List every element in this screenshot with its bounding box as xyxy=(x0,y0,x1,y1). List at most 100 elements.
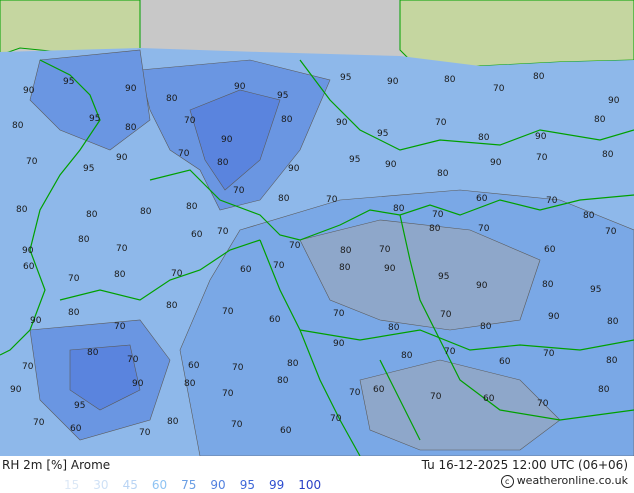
contour-label: 95 xyxy=(590,285,601,295)
contour-label: 70 xyxy=(536,153,548,163)
contour-label: 70 xyxy=(379,245,391,255)
contour-label: 90 xyxy=(22,246,34,256)
contour-label: 70 xyxy=(546,196,558,206)
contour-label: 60 xyxy=(191,230,203,240)
contour-label: 70 xyxy=(273,261,285,271)
contour-label: 80 xyxy=(140,207,152,217)
contour-label: 95 xyxy=(83,164,94,174)
contour-label: 70 xyxy=(349,388,361,398)
contour-label: 60 xyxy=(188,361,200,371)
contour-label: 70 xyxy=(430,392,442,402)
contour-label: 90 xyxy=(384,264,396,274)
contour-label: 80 xyxy=(87,348,99,358)
contour-label: 70 xyxy=(171,269,183,279)
contour-label: 70 xyxy=(289,241,301,251)
contour-label: 95 xyxy=(340,73,351,83)
contour-label: 70 xyxy=(68,274,80,284)
contour-label: 80 xyxy=(594,115,606,125)
contour-label: 80 xyxy=(12,121,24,131)
contour-label: 80 xyxy=(339,263,351,273)
map-canvas: 90 95 90 80 90 95 95 90 80 70 80 90 80 95 80 70 90 80 90 95… xyxy=(0,0,634,456)
contour-label: 90 xyxy=(116,153,128,163)
contour-label: 80 xyxy=(478,133,490,143)
contour-label: 70 xyxy=(330,414,342,424)
contour-label: 95 xyxy=(438,272,449,282)
contour-label: 80 xyxy=(166,94,178,104)
contour-label: 80 xyxy=(606,356,618,366)
contour-label: 70 xyxy=(435,118,447,128)
contour-label: 80 xyxy=(602,150,614,160)
contour-label: 90 xyxy=(490,158,502,168)
contour-label: 70 xyxy=(127,355,139,365)
land-outside-domain-east xyxy=(399,0,634,71)
contour-label: 95 xyxy=(63,77,74,87)
contour-label: 70 xyxy=(217,227,229,237)
contour-label: 90 xyxy=(336,118,348,128)
contour-label: 60 xyxy=(240,265,252,275)
contour-label: 70 xyxy=(537,399,549,409)
contour-label: 90 xyxy=(125,84,137,94)
contour-label: 70 xyxy=(326,195,338,205)
contour-label: 80 xyxy=(114,270,126,280)
credit-link[interactable]: c weatheronline.co.uk xyxy=(500,474,628,488)
contour-label: 80 xyxy=(533,72,545,82)
contour-label: 70 xyxy=(333,309,345,319)
contour-label: 90 xyxy=(548,312,560,322)
contour-label: 80 xyxy=(401,351,413,361)
contour-label: 80 xyxy=(217,158,229,168)
contour-label: 90 xyxy=(23,86,35,96)
contour-label: 80 xyxy=(437,169,449,179)
copyright-icon: c xyxy=(500,475,514,488)
contour-label: 70 xyxy=(432,210,444,220)
contour-label: 90 xyxy=(385,160,397,170)
contour-label: 80 xyxy=(388,323,400,333)
contour-label: 70 xyxy=(231,420,243,430)
contour-label: 90 xyxy=(30,316,42,326)
contour-label: 80 xyxy=(444,75,456,85)
product-label: RH 2m [%] Arome xyxy=(2,458,111,472)
contour-label: 70 xyxy=(232,363,244,373)
valid-time: Tu 16-12-2025 12:00 UTC (06+06) xyxy=(421,458,628,472)
contour-label: 95 xyxy=(349,155,360,165)
contour-label: 90 xyxy=(132,379,144,389)
contour-label: 80 xyxy=(393,204,405,214)
contour-label: 70 xyxy=(605,227,617,237)
contour-label: 80 xyxy=(184,379,196,389)
contour-label: 60 xyxy=(280,426,292,436)
contour-label: 80 xyxy=(166,301,178,311)
contour-label: 80 xyxy=(287,359,299,369)
contour-label: 80 xyxy=(583,211,595,221)
contour-label: 80 xyxy=(480,322,492,332)
contour-label: 80 xyxy=(281,115,293,125)
contour-label: 80 xyxy=(278,194,290,204)
contour-label: 80 xyxy=(16,205,28,215)
contour-label: 70 xyxy=(440,310,452,320)
contour-label: 80 xyxy=(277,376,289,386)
contour-label: 70 xyxy=(178,149,190,159)
contour-label: 95 xyxy=(89,114,100,124)
land-outside-domain-west xyxy=(0,0,141,56)
contour-label: 60 xyxy=(483,394,495,404)
contour-label: 60 xyxy=(476,194,488,204)
contour-label: 70 xyxy=(22,362,34,372)
contour-label: 70 xyxy=(184,116,196,126)
contour-label: 70 xyxy=(114,322,126,332)
contour-label: 95 xyxy=(277,91,288,101)
contour-label: 80 xyxy=(429,224,441,234)
contour-label: 60 xyxy=(23,262,35,272)
contour-label: 70 xyxy=(33,418,45,428)
contour-label: 90 xyxy=(333,339,345,349)
contour-label: 80 xyxy=(186,202,198,212)
contour-label: 95 xyxy=(74,401,85,411)
contour-label: 60 xyxy=(269,315,281,325)
credit-text: weatheronline.co.uk xyxy=(516,474,628,487)
contour-label: 90 xyxy=(288,164,300,174)
map-footer: RH 2m [%] Arome Tu 16-12-2025 12:00 UTC … xyxy=(0,456,634,492)
contour-label: 60 xyxy=(70,424,82,434)
contour-label: 60 xyxy=(544,245,556,255)
contour-label: 80 xyxy=(167,417,179,427)
contour-label: 70 xyxy=(478,224,490,234)
color-legend: 15 30 45 60 75 90 95 99 100 xyxy=(64,474,335,492)
contour-label: 70 xyxy=(222,389,234,399)
contour-label: 95 xyxy=(377,129,388,139)
